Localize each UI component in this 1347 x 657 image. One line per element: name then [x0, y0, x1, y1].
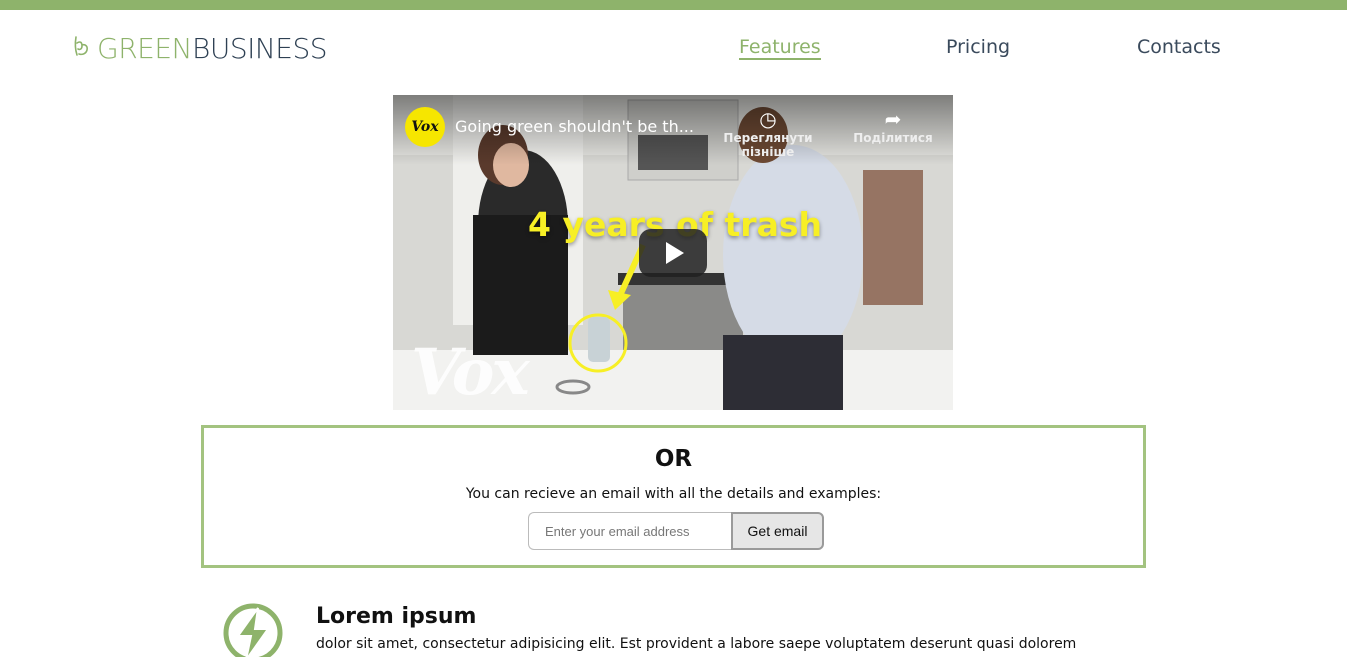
video-player[interactable]: Vox Going green shouldn't be th... ◷ Пер…: [393, 95, 953, 410]
play-icon: [666, 242, 684, 264]
or-heading: OR: [654, 446, 693, 472]
get-email-button[interactable]: Get email: [731, 512, 824, 550]
watch-later-label: Переглянути пізніше: [723, 131, 813, 159]
lightning-icon: [223, 603, 283, 657]
hand-leaf-icon: [74, 36, 88, 56]
clock-icon: ◷: [759, 107, 777, 131]
share-button[interactable]: ➦ Поділитися: [848, 107, 938, 145]
top-accent-bar: [0, 0, 1347, 10]
feature-description: dolor sit amet, consectetur adipisicing …: [316, 636, 1077, 657]
feature-title: Lorem ipsum: [316, 604, 477, 629]
signup-description: You can recieve an email with all the de…: [465, 486, 882, 502]
watch-later-button[interactable]: ◷ Переглянути пізніше: [698, 107, 838, 159]
video-title[interactable]: Going green shouldn't be th...: [455, 117, 694, 136]
nav-link-features[interactable]: Features: [739, 36, 821, 60]
email-input[interactable]: [528, 512, 731, 550]
nav-link-contacts[interactable]: Contacts: [1137, 36, 1221, 58]
brand-name: GREENBUSINESS: [97, 31, 328, 65]
nav-link-pricing[interactable]: Pricing: [946, 36, 1010, 58]
share-label: Поділитися: [853, 131, 933, 145]
site-header: GREENBUSINESS Features Pricing Contacts: [0, 10, 1347, 90]
share-arrow-icon: ➦: [884, 107, 902, 131]
brand-logo[interactable]: GREENBUSINESS: [71, 30, 328, 66]
brand-name-green: GREEN: [97, 31, 192, 65]
brand-name-dark: BUSINESS: [191, 31, 328, 65]
channel-logo[interactable]: Vox: [405, 107, 445, 147]
vox-watermark: Vox: [411, 335, 530, 410]
email-signup-box: OR You can recieve an email with all the…: [201, 425, 1146, 568]
play-button[interactable]: [639, 229, 707, 277]
